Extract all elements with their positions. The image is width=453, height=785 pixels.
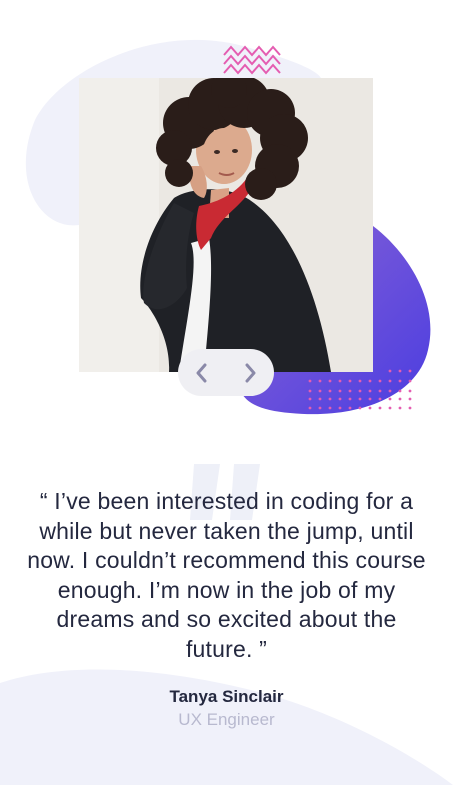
previous-button[interactable] (182, 353, 222, 393)
chevron-right-icon (245, 363, 256, 382)
author-role: UX Engineer (178, 710, 275, 729)
slider-navigation (178, 349, 274, 396)
testimonial-quote: “ I’ve been interested in coding for a w… (27, 488, 426, 662)
author-name: Tanya Sinclair (169, 687, 284, 706)
chevron-left-icon (196, 363, 207, 382)
next-button[interactable] (230, 353, 270, 393)
testimonial-photo (79, 78, 373, 372)
portrait-illustration (79, 78, 373, 372)
